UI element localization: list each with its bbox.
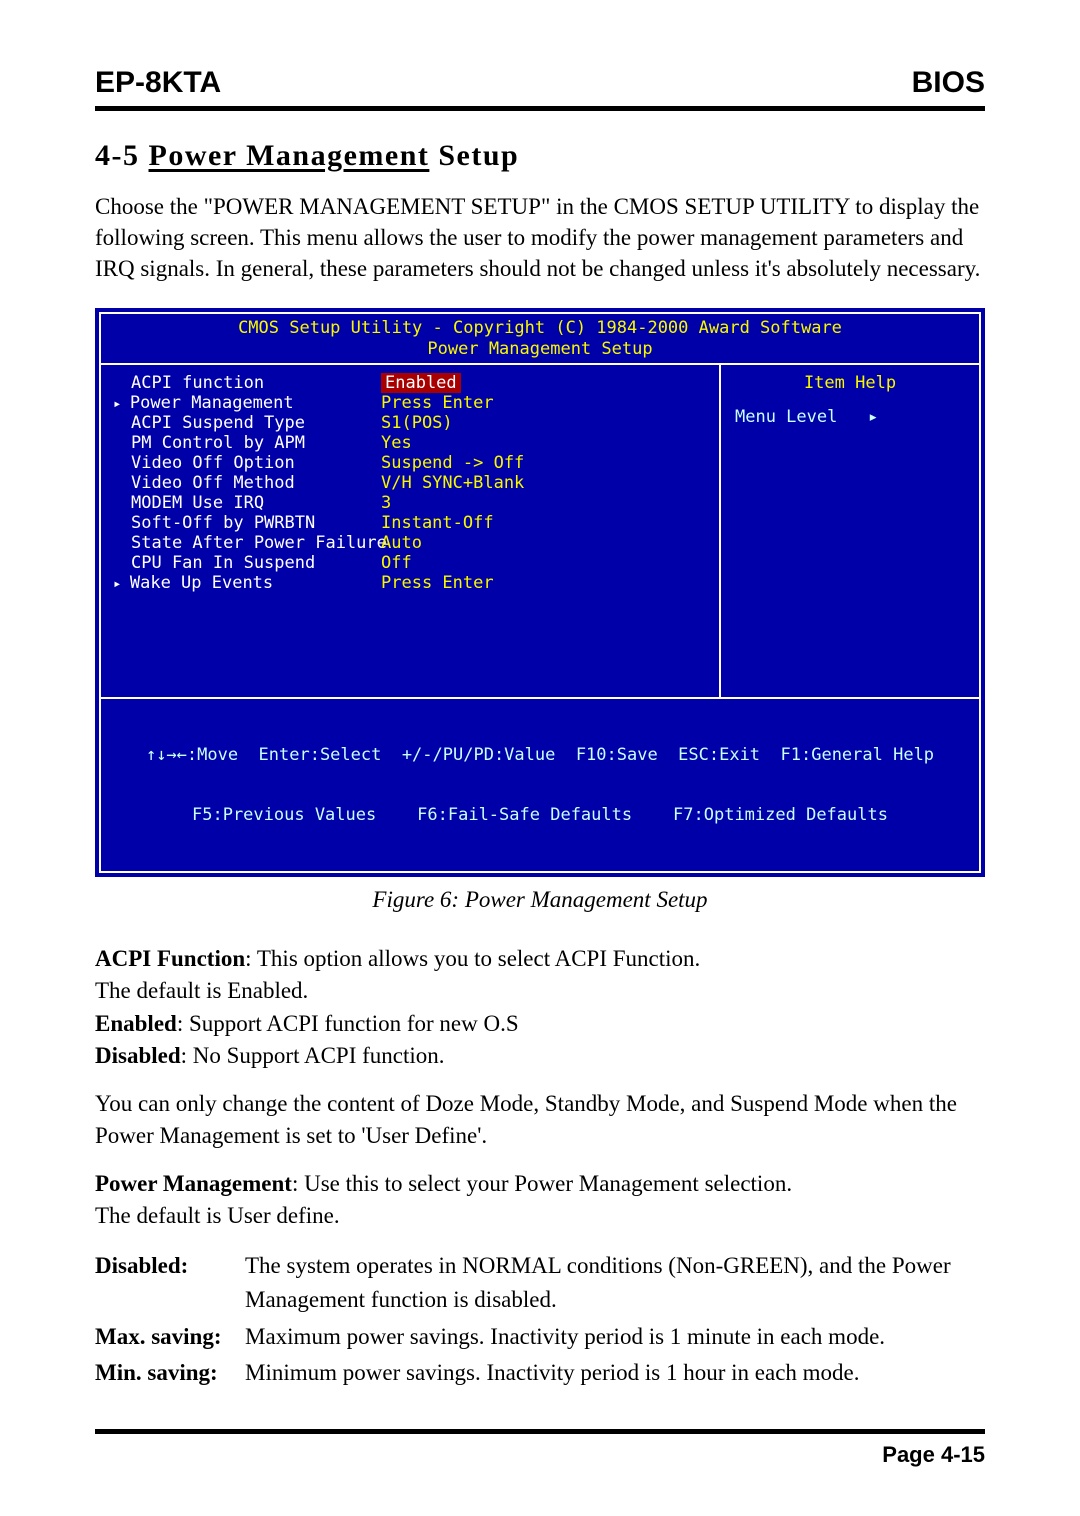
bios-footer-line2: F5:Previous Values F6:Fail-Safe Defaults… bbox=[111, 805, 969, 825]
pm-name: Power Management bbox=[95, 1171, 292, 1196]
bios-items-panel: ACPI functionEnabledPower ManagementPres… bbox=[101, 365, 721, 697]
bios-footer-line1: ↑↓→←:Move Enter:Select +/-/PU/PD:Value F… bbox=[111, 745, 969, 765]
bios-subtitle: Power Management Setup bbox=[101, 339, 979, 363]
bios-item-value: S1(POS) bbox=[381, 413, 453, 433]
def-term: Disabled: bbox=[95, 1249, 245, 1318]
def-text: The system operates in NORMAL conditions… bbox=[245, 1249, 985, 1318]
bios-item-value: Press Enter bbox=[381, 393, 494, 413]
bios-title: CMOS Setup Utility - Copyright (C) 1984-… bbox=[101, 314, 979, 339]
def-term: Max. saving: bbox=[95, 1320, 245, 1355]
bios-frame: CMOS Setup Utility - Copyright (C) 1984-… bbox=[99, 312, 981, 873]
bios-item-label: MODEM Use IRQ bbox=[131, 493, 381, 513]
pm-block: Power Management: Use this to select you… bbox=[95, 1168, 985, 1232]
bios-item-label: PM Control by APM bbox=[131, 433, 381, 453]
note-block: You can only change the content of Doze … bbox=[95, 1088, 985, 1152]
bios-item-label: CPU Fan In Suspend bbox=[131, 553, 381, 573]
acpi-desc: : This option allows you to select ACPI … bbox=[245, 946, 700, 971]
header-rule bbox=[95, 106, 985, 111]
bios-screenshot: CMOS Setup Utility - Copyright (C) 1984-… bbox=[95, 308, 985, 877]
bios-help-title: Item Help bbox=[735, 373, 965, 393]
figure-caption: Figure 6: Power Management Setup bbox=[95, 887, 985, 913]
bios-item-value: Press Enter bbox=[381, 573, 494, 593]
page: EP-8KTA BIOS 4-5 Power Management Setup … bbox=[0, 0, 1080, 1516]
bios-item-label: Wake Up Events bbox=[131, 573, 381, 593]
def-row: Min. saving:Minimum power savings. Inact… bbox=[95, 1356, 985, 1391]
def-text: Maximum power savings. Inactivity period… bbox=[245, 1320, 985, 1355]
bios-item-row: CPU Fan In SuspendOff bbox=[131, 553, 705, 573]
bios-item-label: ACPI function bbox=[131, 373, 381, 393]
acpi-disabled-label: Disabled bbox=[95, 1043, 181, 1068]
bios-item-row: ACPI Suspend TypeS1(POS) bbox=[131, 413, 705, 433]
bios-item-row: ACPI functionEnabled bbox=[131, 373, 705, 393]
bios-item-row: Power ManagementPress Enter bbox=[131, 393, 705, 413]
acpi-line2: The default is Enabled. bbox=[95, 978, 308, 1003]
bios-item-row: State After Power FailureAuto bbox=[131, 533, 705, 553]
header-left: EP-8KTA bbox=[95, 66, 221, 100]
bios-item-value: V/H SYNC+Blank bbox=[381, 473, 524, 493]
bios-item-label: State After Power Failure bbox=[131, 533, 381, 553]
footer-rule bbox=[95, 1429, 985, 1434]
bios-item-value: 3 bbox=[381, 493, 391, 513]
section-title-ul: Power Management bbox=[149, 139, 430, 172]
bios-item-label: Video Off Option bbox=[131, 453, 381, 473]
bios-item-value: Yes bbox=[381, 433, 412, 453]
bios-item-value: Suspend -> Off bbox=[381, 453, 524, 473]
bios-item-row: Wake Up EventsPress Enter bbox=[131, 573, 705, 593]
def-text: Minimum power savings. Inactivity period… bbox=[245, 1356, 985, 1391]
bios-item-label: Video Off Method bbox=[131, 473, 381, 493]
acpi-enabled-desc: : Support ACPI function for new O.S bbox=[177, 1011, 519, 1036]
acpi-disabled-desc: : No Support ACPI function. bbox=[181, 1043, 445, 1068]
def-row: Max. saving:Maximum power savings. Inact… bbox=[95, 1320, 985, 1355]
bios-help-content: Menu Level ▸ bbox=[735, 407, 965, 427]
intro-paragraph: Choose the "POWER MANAGEMENT SETUP" in t… bbox=[95, 191, 985, 284]
header-row: EP-8KTA BIOS bbox=[95, 66, 985, 100]
acpi-enabled-label: Enabled bbox=[95, 1011, 177, 1036]
section-title-rest: Setup bbox=[438, 139, 519, 172]
bios-item-value: Auto bbox=[381, 533, 422, 553]
def-term: Min. saving: bbox=[95, 1356, 245, 1391]
bios-item-label: Soft-Off by PWRBTN bbox=[131, 513, 381, 533]
acpi-name: ACPI Function bbox=[95, 946, 245, 971]
bios-help-panel: Item Help Menu Level ▸ bbox=[721, 365, 979, 697]
acpi-block: ACPI Function: This option allows you to… bbox=[95, 943, 985, 1072]
bios-item-row: Video Off MethodV/H SYNC+Blank bbox=[131, 473, 705, 493]
bios-item-value: Enabled bbox=[381, 373, 461, 393]
bios-footer: ↑↓→←:Move Enter:Select +/-/PU/PD:Value F… bbox=[101, 699, 979, 871]
bios-item-row: Soft-Off by PWRBTNInstant-Off bbox=[131, 513, 705, 533]
bios-item-value: Instant-Off bbox=[381, 513, 494, 533]
bios-item-row: Video Off OptionSuspend -> Off bbox=[131, 453, 705, 473]
bios-item-row: MODEM Use IRQ3 bbox=[131, 493, 705, 513]
bios-item-value: Off bbox=[381, 553, 412, 573]
defs-list: Disabled:The system operates in NORMAL c… bbox=[95, 1249, 985, 1391]
header-right: BIOS bbox=[912, 66, 985, 100]
page-number: Page 4-15 bbox=[95, 1442, 985, 1468]
bios-item-label: ACPI Suspend Type bbox=[131, 413, 381, 433]
bios-item-label: Power Management bbox=[131, 393, 381, 413]
pm-line2: The default is User define. bbox=[95, 1203, 340, 1228]
bios-body: ACPI functionEnabledPower ManagementPres… bbox=[101, 365, 979, 697]
bios-item-row: PM Control by APMYes bbox=[131, 433, 705, 453]
section-number: 4-5 bbox=[95, 139, 140, 172]
def-row: Disabled:The system operates in NORMAL c… bbox=[95, 1249, 985, 1318]
section-title: 4-5 Power Management Setup bbox=[95, 139, 985, 173]
pm-desc: : Use this to select your Power Manageme… bbox=[292, 1171, 792, 1196]
